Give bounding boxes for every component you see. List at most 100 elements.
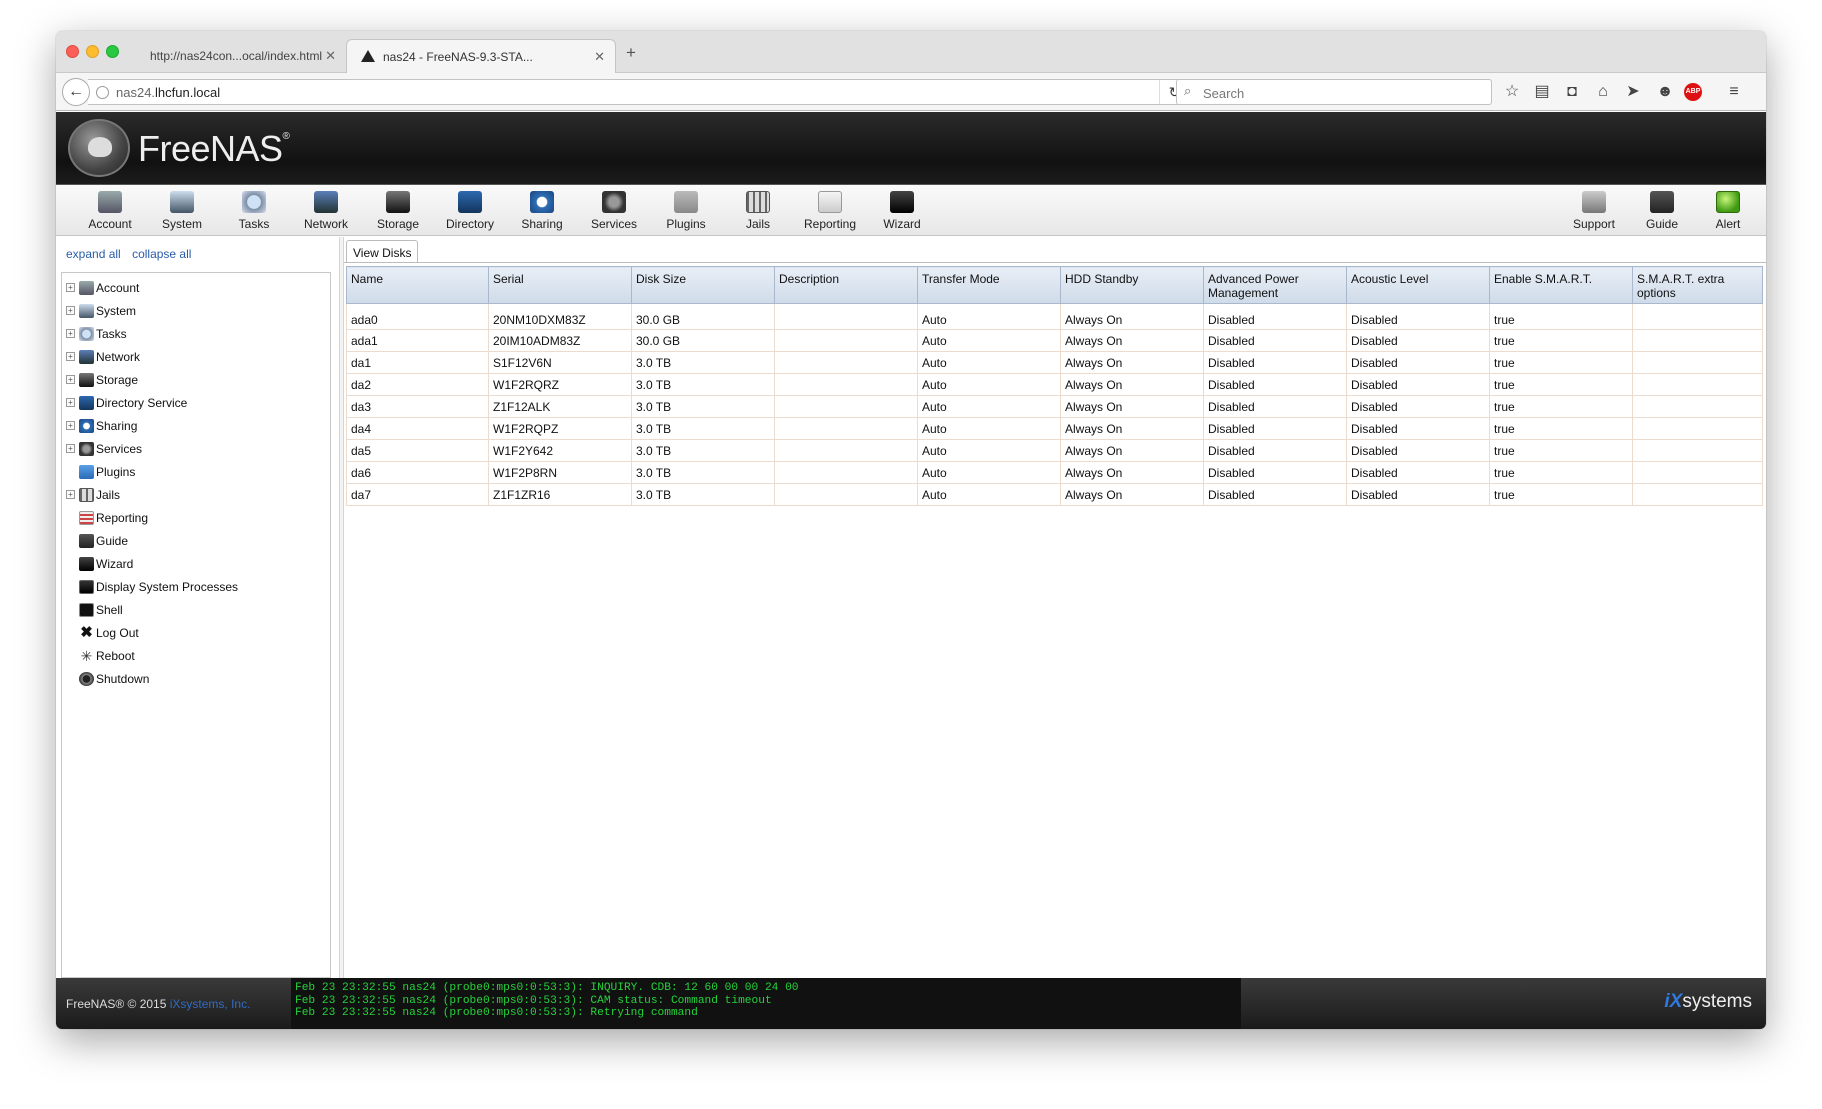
ixsystems-link[interactable]: iXsystems, Inc.: [170, 997, 251, 1011]
toolbar-storage-button[interactable]: Storage: [362, 189, 434, 235]
table-row[interactable]: da6 W1F2P8RN 3.0 TB Auto Always On Disabled Di…: [346, 461, 1763, 484]
expand-icon[interactable]: +: [66, 421, 75, 430]
tree-item-network[interactable]: + Network: [62, 346, 330, 369]
table-row[interactable]: da2 W1F2RQRZ 3.0 TB Auto Always On Disabled Di…: [346, 373, 1763, 396]
zoom-window-button[interactable]: [106, 45, 119, 58]
tree-item-jails[interactable]: + Jails: [62, 484, 330, 507]
close-tab-icon[interactable]: ✕: [594, 49, 605, 65]
expand-icon[interactable]: +: [66, 329, 75, 338]
new-tab-button[interactable]: +: [626, 43, 636, 63]
tree-item-shell[interactable]: Shell: [62, 599, 330, 622]
tree-item-system[interactable]: + System: [62, 300, 330, 323]
expand-icon[interactable]: +: [66, 490, 75, 499]
processes-icon: [79, 580, 94, 594]
pocket-icon[interactable]: ◘: [1561, 81, 1583, 103]
toolbar-guide-button[interactable]: Guide: [1626, 189, 1698, 235]
table-row[interactable]: da3 Z1F12ALK 3.0 TB Auto Always On Disabled Di…: [346, 395, 1763, 418]
table-row[interactable]: da4 W1F2RQPZ 3.0 TB Auto Always On Disabled Di…: [346, 417, 1763, 440]
expand-icon[interactable]: +: [66, 444, 75, 453]
toolbar-directory-button[interactable]: Directory: [434, 189, 506, 235]
expand-icon[interactable]: +: [66, 283, 75, 292]
table-cell: 3.0 TB: [631, 395, 775, 418]
system-icon: [79, 304, 94, 318]
column-header-description[interactable]: Description: [774, 266, 918, 304]
navigation-bar: nas24.lhcfun.local ↻ ← ⌕ Search ☆ ▤ ◘ ⌂ …: [56, 73, 1766, 111]
expand-icon[interactable]: +: [66, 398, 75, 407]
table-cell: [774, 483, 918, 506]
column-header-name[interactable]: Name: [346, 266, 489, 304]
expand-all-link[interactable]: expand all: [66, 247, 121, 261]
table-cell: 20IM10ADM83Z: [488, 329, 632, 352]
expand-icon[interactable]: +: [66, 375, 75, 384]
table-row[interactable]: da5 W1F2Y642 3.0 TB Auto Always On Disabled Di…: [346, 439, 1763, 462]
toolbar-tasks-button[interactable]: Tasks: [218, 189, 290, 235]
tasks-icon: [242, 191, 266, 213]
table-row[interactable]: ada1 20IM10ADM83Z 30.0 GB Auto Always On Disa…: [346, 329, 1763, 352]
url-text[interactable]: nas24.lhcfun.local: [116, 85, 220, 100]
column-header-disk-size[interactable]: Disk Size: [631, 266, 775, 304]
tree-item-services[interactable]: + Services: [62, 438, 330, 461]
tree-item-tasks[interactable]: + Tasks: [62, 323, 330, 346]
tree-item-display-system-processes[interactable]: Display System Processes: [62, 576, 330, 599]
toolbar-plugins-button[interactable]: Plugins: [650, 189, 722, 235]
adblock-icon[interactable]: ABP: [1684, 83, 1702, 101]
column-header-enable-smart[interactable]: Enable S.M.A.R.T.: [1489, 266, 1633, 304]
back-button[interactable]: ←: [62, 78, 90, 106]
toolbar-sharing-button[interactable]: Sharing: [506, 189, 578, 235]
column-header-acoustic-level[interactable]: Acoustic Level: [1346, 266, 1490, 304]
shutdown-icon: [79, 672, 94, 686]
table-cell: W1F2RQRZ: [488, 373, 632, 396]
column-header-transfer-mode[interactable]: Transfer Mode: [917, 266, 1061, 304]
send-icon[interactable]: ➤: [1622, 81, 1644, 103]
tree-item-shutdown[interactable]: Shutdown: [62, 668, 330, 691]
table-row[interactable]: ada0 20NM10DXM83Z 30.0 GB Auto Always On Disa…: [346, 303, 1763, 330]
close-window-button[interactable]: [66, 45, 79, 58]
column-header-hdd-standby[interactable]: HDD Standby: [1060, 266, 1204, 304]
toolbar-services-button[interactable]: Services: [578, 189, 650, 235]
address-bar[interactable]: nas24.lhcfun.local ↻: [88, 79, 1190, 105]
browser-tab-1[interactable]: http://nas24con...ocal/index.html ✕: [136, 39, 346, 73]
tree-item-guide[interactable]: Guide: [62, 530, 330, 553]
table-row[interactable]: da7 Z1F1ZR16 3.0 TB Auto Always On Disabled Di…: [346, 483, 1763, 506]
toolbar-system-button[interactable]: System: [146, 189, 218, 235]
toolbar-jails-button[interactable]: Jails: [722, 189, 794, 235]
toolbar-alert-button[interactable]: Alert: [1692, 189, 1764, 235]
bookmark-star-icon[interactable]: ☆: [1501, 81, 1523, 103]
tree-item-storage[interactable]: + Storage: [62, 369, 330, 392]
tree-item-log-out[interactable]: ✖ Log Out: [62, 622, 330, 645]
tree-item-sharing[interactable]: + Sharing: [62, 415, 330, 438]
table-cell: true: [1489, 303, 1633, 330]
column-header-serial[interactable]: Serial: [488, 266, 632, 304]
table-cell: [774, 417, 918, 440]
tree-item-wizard[interactable]: Wizard: [62, 553, 330, 576]
reading-list-icon[interactable]: ▤: [1531, 81, 1553, 103]
tab-view-disks[interactable]: View Disks: [346, 240, 419, 262]
table-cell: [1632, 417, 1763, 440]
toolbar-wizard-button[interactable]: Wizard: [866, 189, 938, 235]
toolbar-account-button[interactable]: Account: [74, 189, 146, 235]
menu-icon[interactable]: ≡: [1723, 81, 1745, 103]
toolbar-reporting-button[interactable]: Reporting: [794, 189, 866, 235]
chat-icon[interactable]: ☻: [1654, 81, 1676, 103]
search-input[interactable]: ⌕ Search: [1176, 79, 1492, 105]
browser-tab-2[interactable]: nas24 - FreeNAS-9.3-STA... ✕: [346, 39, 616, 73]
tree-item-plugins[interactable]: Plugins: [62, 461, 330, 484]
table-row[interactable]: da1 S1F12V6N 3.0 TB Auto Always On Disabled Di…: [346, 351, 1763, 374]
freenas-header: FreeNAS®: [56, 112, 1766, 184]
expand-icon[interactable]: +: [66, 352, 75, 361]
table-cell: Disabled: [1203, 417, 1347, 440]
tasks-icon: [79, 327, 94, 341]
close-tab-icon[interactable]: ✕: [325, 48, 336, 64]
collapse-all-link[interactable]: collapse all: [132, 247, 191, 261]
tree-item-reboot[interactable]: ✳ Reboot: [62, 645, 330, 668]
tree-item-account[interactable]: + Account: [62, 277, 330, 300]
tree-item-reporting[interactable]: Reporting: [62, 507, 330, 530]
column-header-smart-extra-options[interactable]: S.M.A.R.T. extra options: [1632, 266, 1763, 304]
expand-icon[interactable]: +: [66, 306, 75, 315]
minimize-window-button[interactable]: [86, 45, 99, 58]
column-header-advanced-power-management[interactable]: Advanced Power Management: [1203, 266, 1347, 304]
tree-item-directory-service[interactable]: + Directory Service: [62, 392, 330, 415]
home-icon[interactable]: ⌂: [1592, 81, 1614, 103]
toolbar-network-button[interactable]: Network: [290, 189, 362, 235]
toolbar-support-button[interactable]: Support: [1558, 189, 1630, 235]
